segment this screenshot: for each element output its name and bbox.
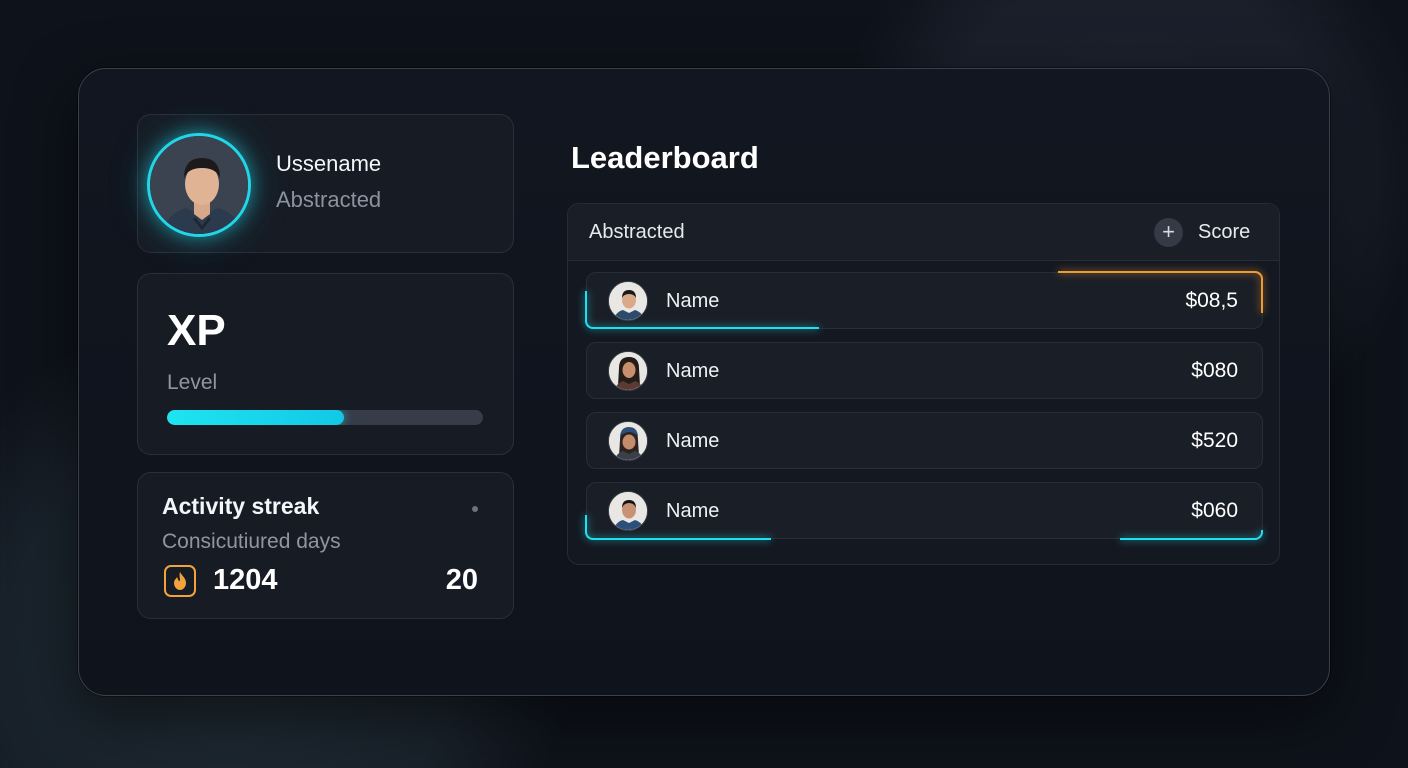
row-highlight-cyan (585, 291, 819, 329)
profile-card[interactable]: Ussename Abstracted (137, 114, 514, 253)
activity-streak-card: Activity streak Consicutiured days 1204 … (137, 472, 514, 619)
column-header-name[interactable]: Abstracted (589, 221, 685, 244)
column-header-score[interactable]: Score (1198, 221, 1250, 244)
avatar (608, 351, 648, 391)
streak-count: 1204 (213, 564, 278, 596)
xp-card: XP Level (137, 273, 514, 455)
username: Ussename (276, 151, 382, 176)
plus-icon[interactable]: + (1154, 218, 1183, 247)
leaderboard-row[interactable]: Name $520 (586, 412, 1263, 469)
row-score: $060 (1191, 499, 1238, 522)
row-highlight-cyan (585, 515, 771, 540)
user-subtitle: Abstracted (276, 187, 382, 212)
leaderboard-title: Leaderboard (571, 140, 759, 175)
flame-icon (164, 565, 196, 597)
user-portrait-icon (150, 136, 248, 234)
leaderboard-row[interactable]: Name $080 (586, 342, 1263, 399)
leaderboard-table: Abstracted + Score Name $08,5 Name $080 … (567, 203, 1280, 565)
leaderboard-header: Abstracted + Score (568, 204, 1279, 261)
streak-days: 20 (445, 564, 478, 596)
user-portrait-icon (609, 422, 647, 460)
streak-subtitle: Consicutiured days (162, 530, 341, 553)
xp-progress-bar (167, 410, 483, 425)
row-score: $080 (1191, 359, 1238, 382)
xp-level-label: Level (167, 371, 218, 394)
row-name: Name (666, 430, 720, 452)
user-portrait-icon (609, 352, 647, 390)
more-options-icon[interactable] (472, 506, 478, 512)
row-highlight-cyan (1120, 530, 1263, 540)
streak-title: Activity streak (162, 493, 320, 519)
row-score: $520 (1191, 429, 1238, 452)
xp-progress-fill (167, 410, 344, 425)
row-highlight-orange (1058, 271, 1263, 313)
avatar (608, 421, 648, 461)
row-name: Name (666, 360, 720, 382)
avatar[interactable] (147, 133, 251, 237)
xp-title: XP (167, 306, 226, 355)
